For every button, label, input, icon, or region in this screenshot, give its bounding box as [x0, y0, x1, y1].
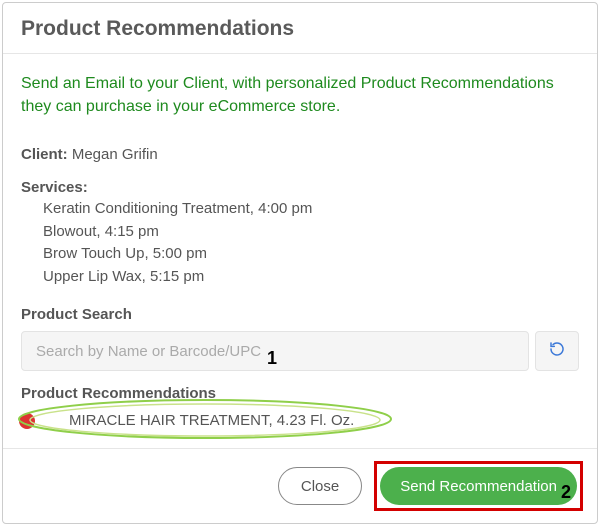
services-section: Services: Keratin Conditioning Treatment…: [21, 179, 579, 288]
product-search-label: Product Search: [21, 306, 579, 323]
service-item: Brow Touch Up, 5:00 pm: [43, 243, 579, 266]
dialog-body: Send an Email to your Client, with perso…: [3, 54, 597, 462]
remove-recommendation-button[interactable]: [19, 413, 35, 429]
dialog-header: Product Recommendations: [3, 3, 597, 54]
product-recommendations-dialog: Product Recommendations Send an Email to…: [2, 2, 598, 524]
client-label: Client:: [21, 146, 68, 163]
services-label: Services:: [21, 179, 579, 196]
search-row: [21, 331, 579, 371]
recommendation-name: MIRACLE HAIR TREATMENT, 4.23 Fl. Oz.: [47, 412, 354, 429]
search-input[interactable]: [21, 331, 529, 371]
recommendations-label: Product Recommendations: [21, 385, 579, 402]
client-name: Megan Grifin: [72, 146, 158, 163]
service-item: Blowout, 4:15 pm: [43, 221, 579, 244]
service-item: Upper Lip Wax, 5:15 pm: [43, 266, 579, 289]
client-line: Client: Megan Grifin: [21, 146, 579, 163]
service-item: Keratin Conditioning Treatment, 4:00 pm: [43, 198, 579, 221]
refresh-icon: [549, 341, 565, 362]
dialog-title: Product Recommendations: [21, 17, 579, 41]
reset-search-button[interactable]: [535, 331, 579, 371]
annotation-highlight-send: Send Recommendation: [374, 461, 583, 511]
close-button[interactable]: Close: [278, 467, 362, 505]
services-list: Keratin Conditioning Treatment, 4:00 pm …: [43, 198, 579, 288]
recommendation-row: MIRACLE HAIR TREATMENT, 4.23 Fl. Oz.: [21, 410, 579, 429]
send-recommendation-button[interactable]: Send Recommendation: [380, 467, 577, 505]
intro-text: Send an Email to your Client, with perso…: [21, 72, 579, 118]
dialog-footer: Close Send Recommendation: [3, 448, 597, 523]
